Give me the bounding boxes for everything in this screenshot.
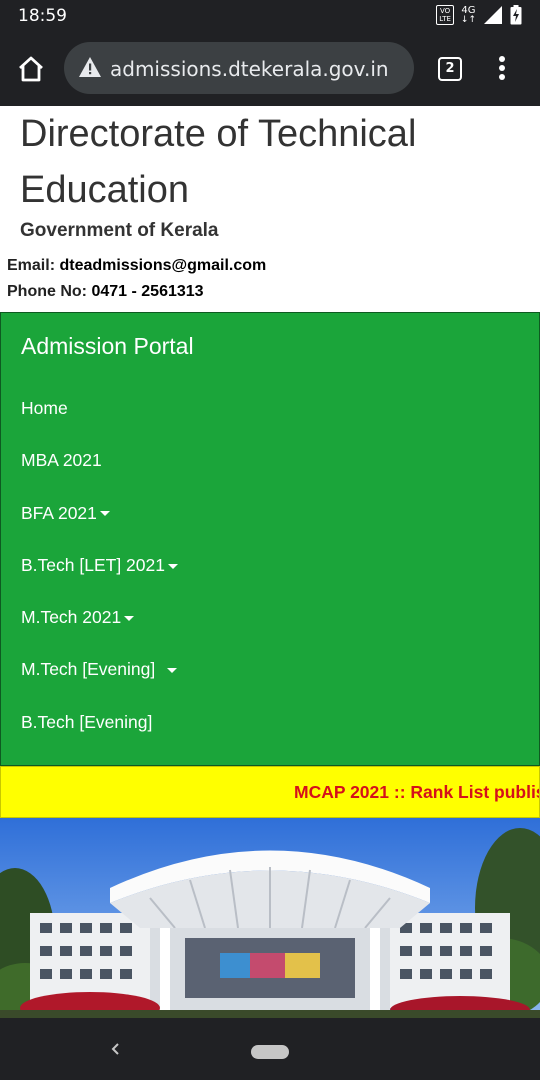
nav-item-label: M.Tech [Evening] [21,659,161,680]
nav-item-bfa-2021[interactable]: BFA 2021 [21,502,178,554]
volte-top-label: VO [439,7,451,15]
web-page: Directorate of Technical Education Gover… [0,106,540,1018]
dropdown-caret-icon [124,616,135,622]
url-text[interactable]: admissions.dtekerala.gov.in [110,57,389,81]
nav-item-btech-let-2021[interactable]: B.Tech [LET] 2021 [21,554,178,606]
nav-item-mba-2021[interactable]: MBA 2021 [21,449,178,501]
status-icons: VO LTE 4G ↓↑ [436,5,522,25]
news-ticker[interactable]: MCAP 2021 :: Rank List publis [0,766,540,818]
phone-label: Phone No: [7,283,87,300]
status-time: 18:59 [18,6,67,26]
not-secure-warning-icon[interactable] [78,56,102,78]
nav-item-label: BFA 2021 [21,502,97,523]
signal-icon [484,6,502,24]
tabs-icon[interactable]: 2 [438,57,462,81]
back-icon[interactable] [108,1038,122,1060]
nav-item-home[interactable]: Home [21,397,178,449]
system-navigation-bar [0,1018,540,1080]
main-navbar: Admission Portal Home MBA 2021 BFA 2021 … [0,312,540,766]
page-title: Directorate of Technical Education [20,113,417,211]
navbar-brand[interactable]: Admission Portal [21,333,194,360]
dropdown-caret-icon [167,668,178,674]
nav-item-label: B.Tech [Evening] [21,711,153,732]
nav-item-btech-evening[interactable]: B.Tech [Evening] [21,711,178,763]
contact-phone: Phone No: 0471 - 2561313 [7,283,204,301]
status-bar: 18:59 VO LTE 4G ↓↑ [0,0,540,32]
home-pill-icon[interactable] [251,1045,289,1059]
ticker-message[interactable]: MCAP 2021 :: Rank List publis [294,782,539,803]
nav-item-mtech-2021[interactable]: M.Tech 2021 [21,606,178,658]
home-icon[interactable] [16,54,46,84]
nav-item-label: B.Tech [LET] 2021 [21,554,165,575]
page-subtitle: Government of Kerala [20,220,219,241]
battery-charging-icon [510,5,522,25]
email-value[interactable]: dteadmissions@gmail.com [59,257,266,274]
nav-item-mtech-evening[interactable]: M.Tech [Evening] [21,658,178,710]
volte-icon: VO LTE [436,5,454,25]
browser-toolbar: admissions.dtekerala.gov.in 2 [0,32,540,106]
more-vert-icon[interactable] [494,56,510,84]
nav-item-label: Home [21,398,68,418]
nav-item-label: MBA 2021 [21,450,102,471]
email-label: Email: [7,257,56,274]
dropdown-caret-icon [167,563,178,569]
contact-email: Email: dteadmissions@gmail.com [7,257,266,275]
phone-value[interactable]: 0471 - 2561313 [91,283,203,300]
campus-building-image [0,818,540,1018]
address-bar[interactable]: admissions.dtekerala.gov.in [64,42,414,94]
4g-data-icon: 4G ↓↑ [460,5,476,25]
dropdown-caret-icon [99,511,110,517]
nav-menu: Home MBA 2021 BFA 2021 B.Tech [LET] 2021… [21,397,178,763]
volte-bottom-label: LTE [439,15,451,23]
nav-item-label: M.Tech 2021 [21,607,122,628]
